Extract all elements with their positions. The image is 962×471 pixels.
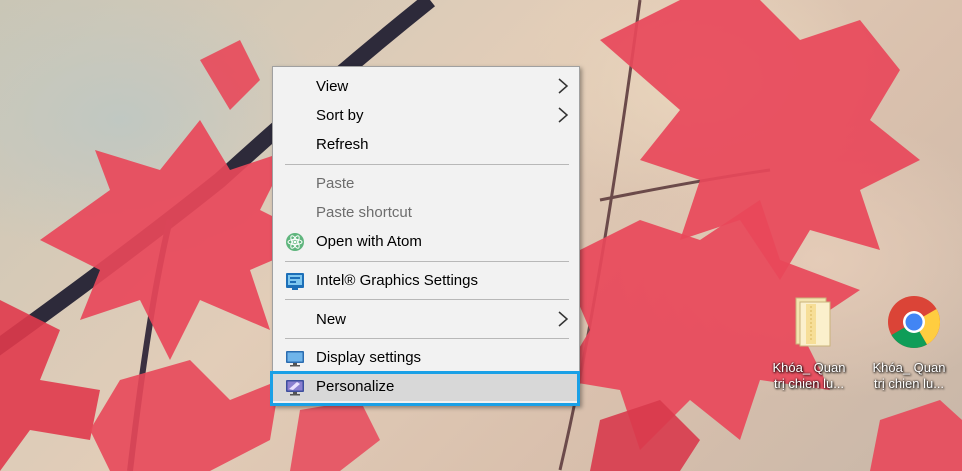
desktop-icon-label: Khóa_ Quan trị chien lu... (866, 360, 952, 392)
menu-item-label: View (316, 78, 349, 95)
personalize-highlight-frame (270, 371, 580, 406)
desktop-icon-label: Khóa_ Quan trị chien lu... (766, 360, 852, 392)
desktop-context-menu: View Sort by Refresh Paste Paste shortcu… (272, 66, 580, 406)
intel-graphics-icon (286, 273, 304, 290)
menu-item-label: Open with Atom (316, 233, 422, 250)
menu-item-label: New (316, 311, 347, 328)
atom-icon (286, 233, 304, 251)
icon-label-line: Khóa_ Quan (872, 360, 946, 375)
icon-label-line: Khóa_ Quan (772, 360, 846, 375)
menu-item-label: Refresh (316, 136, 369, 153)
chevron-right-icon (558, 78, 569, 94)
icon-label-line: trị chien lu... (873, 376, 945, 391)
menu-item-display-settings[interactable]: Display settings (273, 343, 579, 372)
desktop-icon-chrome[interactable]: Khóa_ Quan trị chien lu... (866, 294, 952, 404)
menu-item-paste-shortcut: Paste shortcut (273, 198, 579, 227)
menu-item-paste: Paste (273, 169, 579, 198)
menu-item-refresh[interactable]: Refresh (273, 130, 579, 159)
menu-item-label: Sort by (316, 107, 364, 124)
menu-item-open-with-atom[interactable]: Open with Atom (273, 227, 579, 256)
menu-separator (285, 299, 569, 300)
icon-label-line: trị chien lu... (773, 376, 845, 391)
menu-item-label: Intel® Graphics Settings (316, 272, 478, 289)
menu-separator (285, 164, 569, 165)
chrome-icon (888, 296, 940, 348)
menu-item-label: Paste shortcut (316, 204, 412, 221)
chevron-right-icon (558, 107, 569, 123)
menu-item-view[interactable]: View (273, 72, 579, 101)
desktop-background[interactable]: View Sort by Refresh Paste Paste shortcu… (0, 0, 962, 471)
menu-item-sort-by[interactable]: Sort by (273, 101, 579, 130)
display-icon (286, 351, 304, 367)
folder-file-icon (795, 297, 831, 347)
menu-item-label: Paste (316, 175, 355, 192)
menu-item-new[interactable]: New (273, 305, 579, 334)
menu-separator (285, 338, 569, 339)
chevron-right-icon (558, 311, 569, 327)
desktop-icon-file[interactable]: Khóa_ Quan trị chien lu... (766, 294, 852, 404)
menu-separator (285, 261, 569, 262)
menu-item-label: Display settings (316, 349, 422, 366)
menu-item-intel-graphics-settings[interactable]: Intel® Graphics Settings (273, 266, 579, 295)
